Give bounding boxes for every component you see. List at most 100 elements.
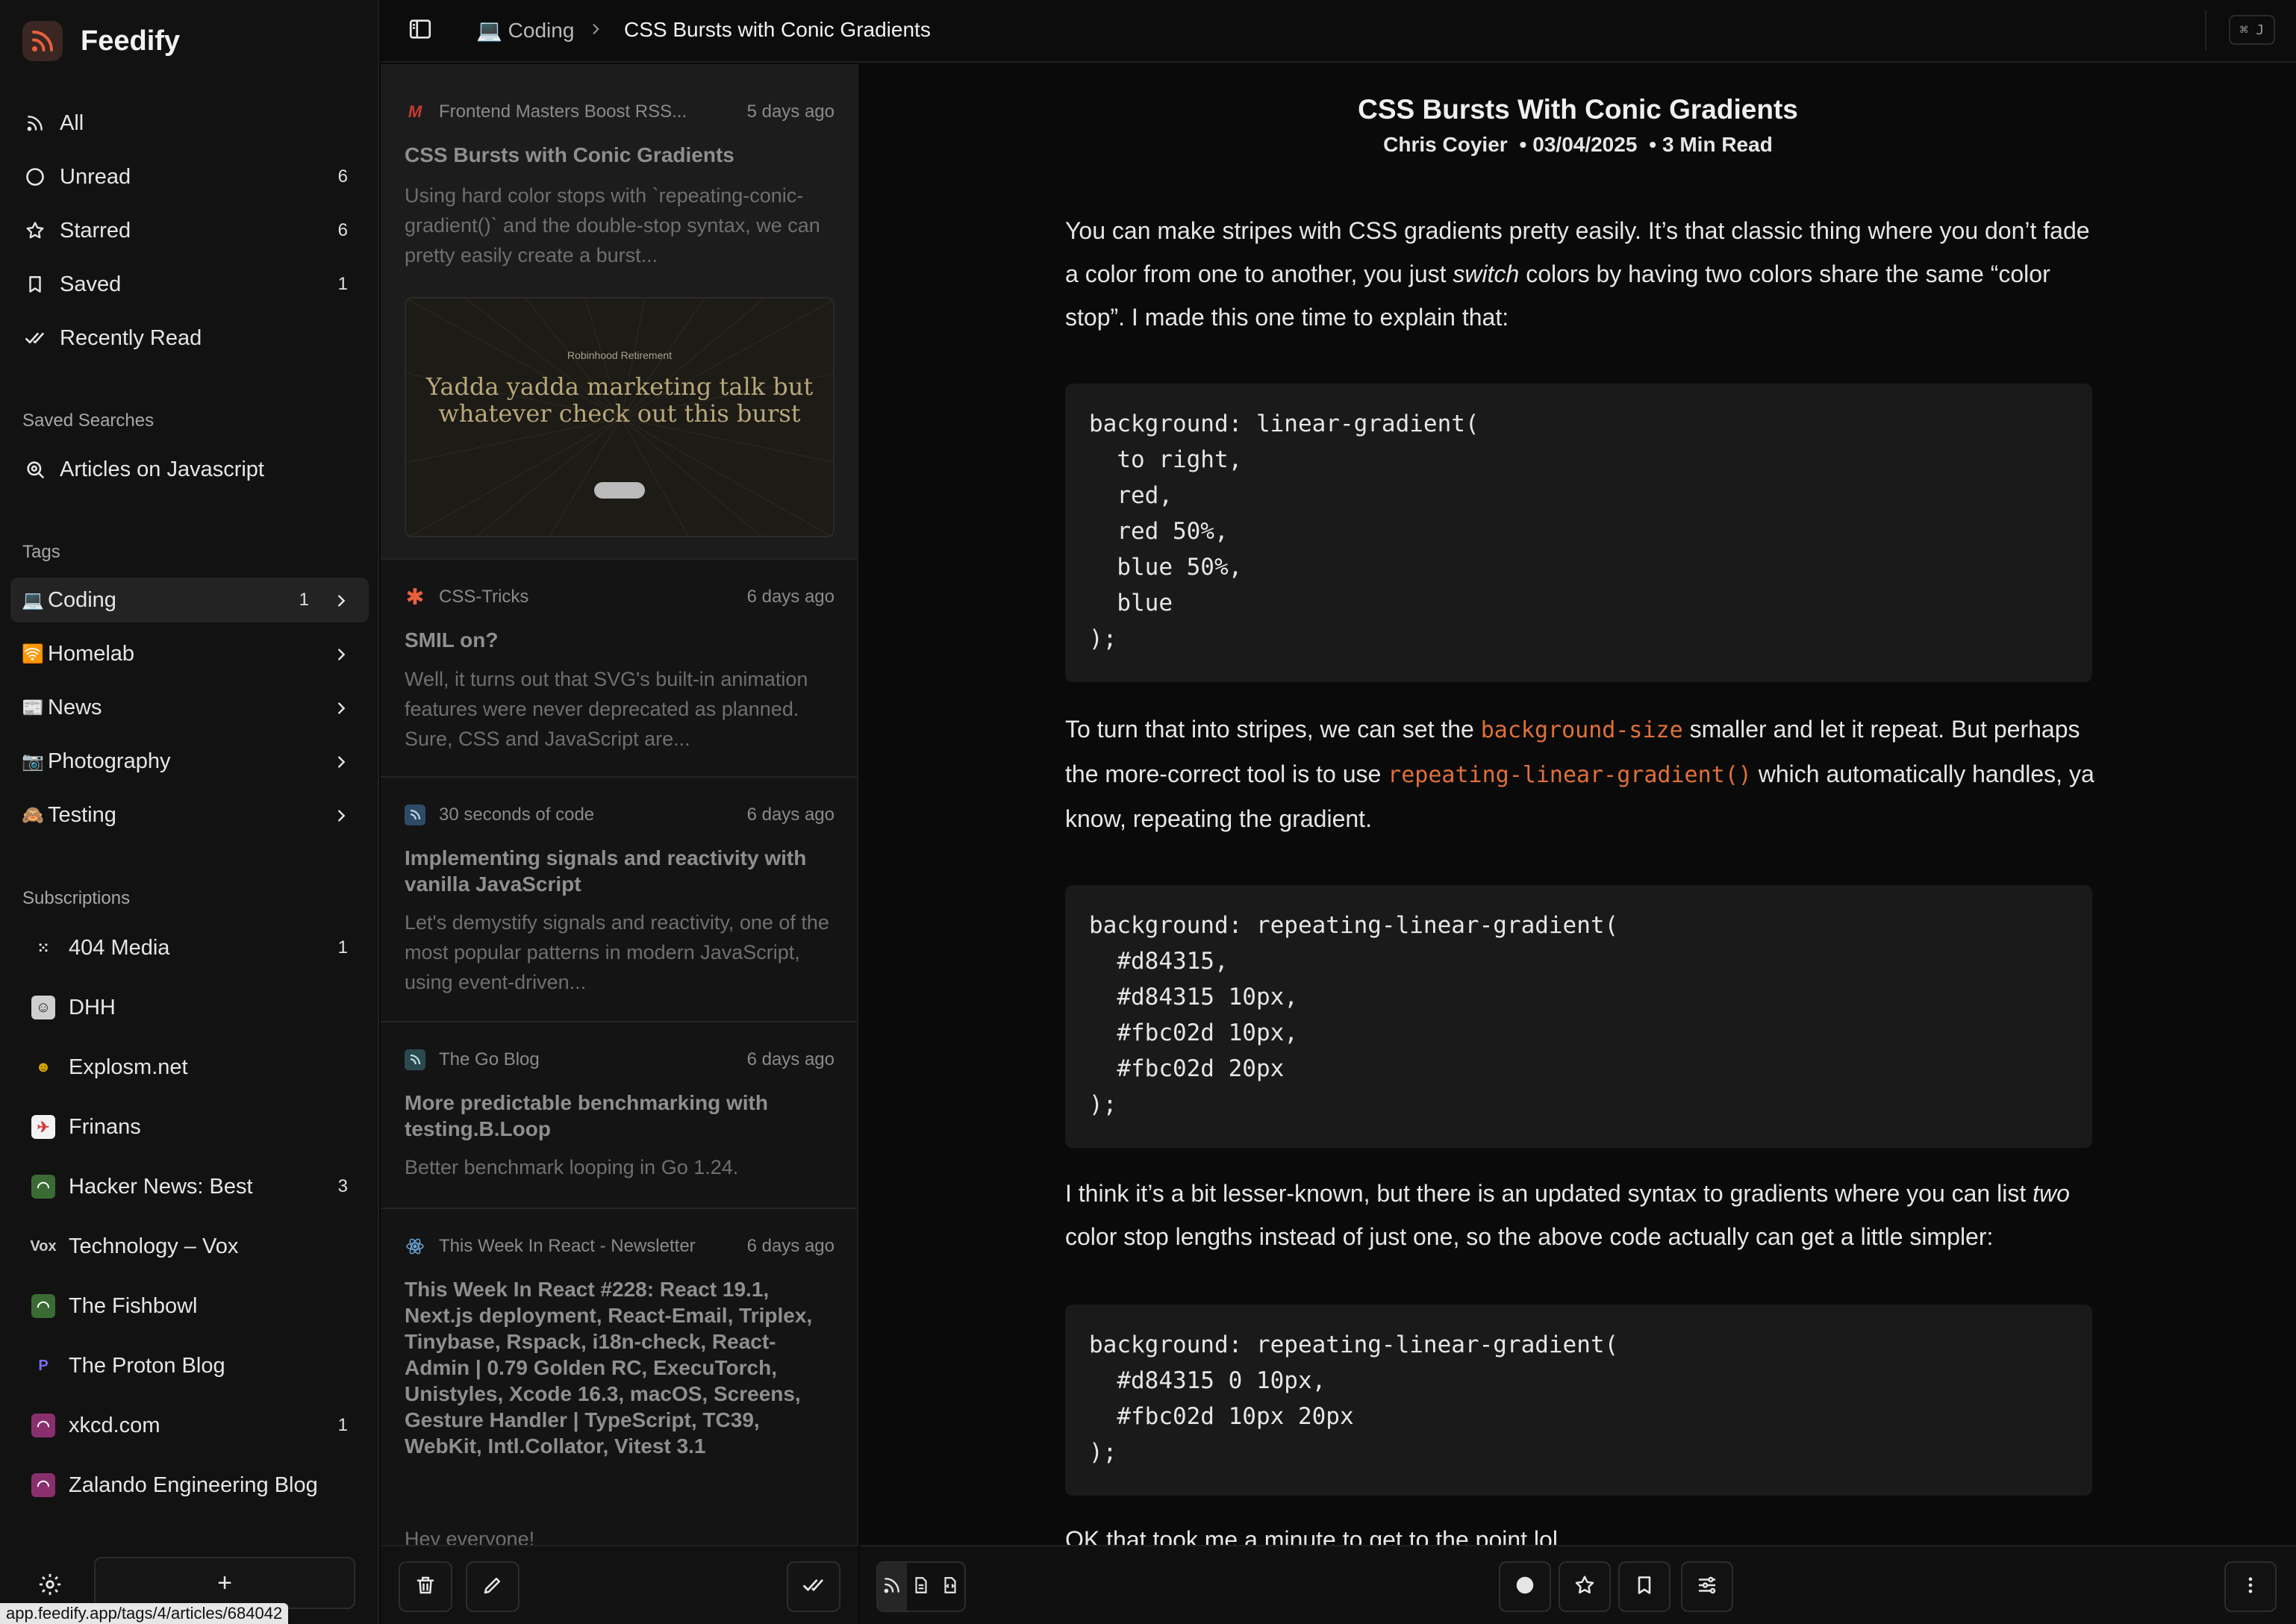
tag-count: 1	[299, 590, 309, 610]
subscription-item[interactable]: ✈ Frinans	[10, 1105, 369, 1149]
article-reader: CSS Bursts With Conic Gradients Chris Co…	[860, 64, 2296, 1545]
more-options-button[interactable]	[2224, 1561, 2277, 1612]
feed-favicon-icon: Vox	[30, 1234, 57, 1258]
vertical-dots-icon	[2240, 1575, 2261, 1599]
subscription-item[interactable]: ◠ The Fishbowl	[10, 1284, 369, 1328]
mark-read-button[interactable]	[1499, 1561, 1551, 1612]
tag-photography[interactable]: 📷 Photography	[10, 739, 369, 784]
save-button[interactable]	[1618, 1561, 1670, 1612]
saved-search-item[interactable]: Articles on Javascript	[10, 447, 369, 492]
edit-button[interactable]	[466, 1561, 520, 1612]
star-button[interactable]	[1559, 1561, 1611, 1612]
subscription-label: The Proton Blog	[69, 1353, 225, 1378]
card-title: Implementing signals and reactivity with…	[405, 846, 807, 896]
nav-starred[interactable]: Starred 6	[10, 208, 369, 253]
code-block: background: linear-gradient( to right, r…	[1065, 384, 2092, 682]
article-date: 03/04/2025	[1532, 133, 1638, 156]
wifi-icon: 🛜	[22, 643, 44, 664]
card-meta: The Go Blog 6 days ago	[405, 1046, 835, 1073]
card-meta: 30 seconds of code 6 days ago	[405, 802, 835, 828]
newspaper-icon: 📰	[22, 697, 44, 718]
tag-homelab[interactable]: 🛜 Homelab	[10, 631, 369, 676]
rss-feed-icon	[405, 805, 425, 825]
command-shortcut-badge[interactable]: ⌘ J	[2229, 15, 2275, 45]
reader-toolbar	[860, 1545, 2296, 1624]
tag-label: News	[48, 695, 102, 719]
subscription-label: The Fishbowl	[69, 1293, 198, 1318]
mark-all-read-button[interactable]	[787, 1561, 840, 1612]
settings-gear-icon[interactable]	[37, 1572, 63, 1601]
tag-label: Homelab	[48, 641, 135, 666]
feed-favicon-icon: ☻	[31, 1055, 55, 1079]
card-thumbnail: Robinhood Retirement Yadda yadda marketi…	[405, 297, 835, 537]
nav-all[interactable]: All	[10, 101, 369, 146]
subscription-item[interactable]: ⁙ 404 Media 1	[10, 925, 369, 970]
star-icon	[22, 218, 48, 243]
list-toolbar	[381, 1545, 858, 1624]
article-card[interactable]: ✱ CSS-Tricks 6 days ago SMIL on? Well, i…	[381, 560, 857, 778]
trash-icon	[414, 1574, 437, 1600]
feed-favicon-icon: ✈	[31, 1115, 55, 1139]
display-settings-button[interactable]	[1681, 1561, 1733, 1612]
delete-button[interactable]	[399, 1561, 452, 1612]
subscription-item[interactable]: ◠ xkcd.com 1	[10, 1403, 369, 1448]
subscription-label: Frinans	[69, 1114, 141, 1139]
card-title: This Week In React #228: React 19.1, Nex…	[405, 1278, 813, 1458]
nav-unread[interactable]: Unread 6	[10, 154, 369, 199]
filled-circle-icon	[1514, 1574, 1536, 1600]
article-card[interactable]: The Go Blog 6 days ago More predictable …	[381, 1022, 857, 1209]
article-paragraph: I think it’s a bit lesser-known, but the…	[1065, 1172, 2095, 1258]
subscription-item[interactable]: ☻ Explosm.net	[10, 1045, 369, 1090]
breadcrumb-tag[interactable]: 💻 Coding	[476, 18, 574, 43]
subscription-item[interactable]: ◠ Hacker News: Best 3	[10, 1164, 369, 1209]
nav-label: Recently Read	[60, 325, 202, 350]
tag-news[interactable]: 📰 News	[10, 685, 369, 730]
article-card[interactable]: M Frontend Masters Boost RSS... 5 days a…	[381, 64, 857, 560]
age: 5 days ago	[746, 102, 835, 122]
separator-dot: •	[1649, 133, 1656, 156]
thumb-headline: Yadda yadda marketing talk but whatever …	[425, 372, 814, 428]
double-check-icon	[22, 325, 48, 351]
subscription-item[interactable]: Vox Technology – Vox	[10, 1224, 369, 1269]
laptop-icon: 💻	[22, 590, 44, 610]
nav-saved[interactable]: Saved 1	[10, 262, 369, 307]
add-subscription-button[interactable]: +	[94, 1557, 355, 1609]
chevron-right-icon[interactable]	[333, 591, 349, 616]
article-paragraph: You can make stripes with CSS gradients …	[1065, 209, 2095, 339]
search-icon	[22, 457, 48, 482]
feed-favicon-icon: ⁙	[31, 936, 55, 960]
breadcrumb-tag-label: Coding	[508, 19, 575, 42]
sidebar-toggle-icon[interactable]	[408, 16, 433, 46]
source-name: CSS-Tricks	[439, 587, 529, 607]
document-icon	[911, 1575, 931, 1599]
rss-feed-icon	[405, 1049, 425, 1070]
subscription-item[interactable]: ☺ DHH	[10, 985, 369, 1030]
web-view-button[interactable]	[935, 1563, 964, 1611]
subscription-item[interactable]: P The Proton Blog	[10, 1343, 369, 1388]
reader-view-button[interactable]	[907, 1563, 936, 1611]
chevron-right-icon[interactable]	[333, 645, 349, 669]
chevron-right-icon[interactable]	[333, 752, 349, 777]
article-meta: Chris Coyier • 03/04/2025 • 3 Min Read	[860, 133, 2296, 157]
feed-favicon-icon: ◠	[31, 1473, 55, 1497]
breadcrumb-article: CSS Bursts with Conic Gradients	[624, 18, 931, 41]
feed-view-button[interactable]	[878, 1563, 907, 1611]
subscription-label: Explosm.net	[69, 1055, 188, 1079]
code-block: background: repeating-linear-gradient( #…	[1065, 1305, 2092, 1496]
subscription-label: Hacker News: Best	[69, 1174, 253, 1199]
separator-dot: •	[1519, 133, 1527, 156]
tag-coding[interactable]: 💻 Coding 1	[10, 578, 369, 622]
camera-icon: 📷	[22, 751, 44, 772]
age: 6 days ago	[746, 805, 835, 825]
tag-testing[interactable]: 🙈 Testing	[10, 793, 369, 837]
subscription-label: 404 Media	[69, 935, 170, 960]
card-title: CSS Bursts with Conic Gradients	[405, 143, 734, 166]
article-card[interactable]: 30 seconds of code 6 days ago Implementi…	[381, 778, 857, 1022]
subscription-item[interactable]: ◠ Zalando Engineering Blog	[10, 1463, 369, 1508]
sliders-icon	[1696, 1574, 1718, 1600]
divider	[2205, 10, 2206, 51]
chevron-right-icon[interactable]	[333, 806, 349, 831]
chevron-right-icon[interactable]	[333, 699, 349, 723]
rss-icon	[882, 1575, 902, 1599]
nav-recently-read[interactable]: Recently Read	[10, 316, 369, 360]
